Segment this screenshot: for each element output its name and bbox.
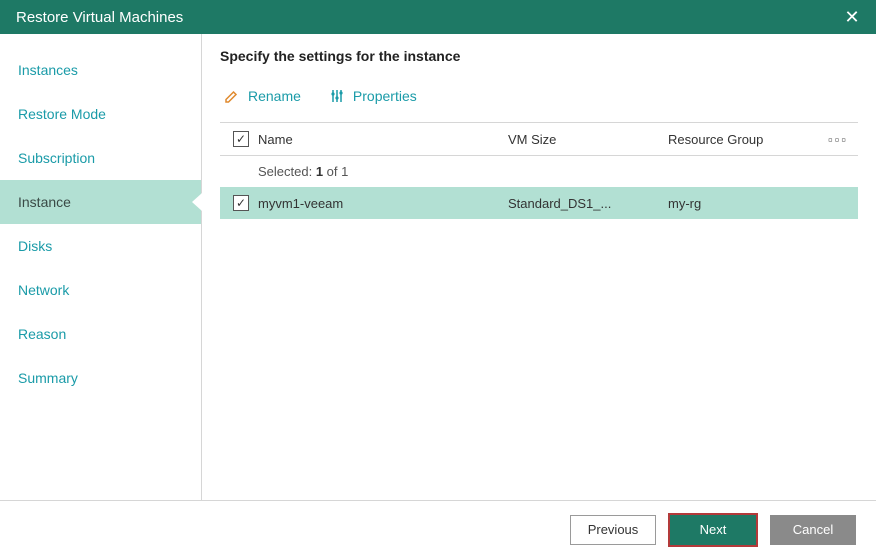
column-header-resource-group[interactable]: Resource Group	[668, 132, 818, 147]
sidebar-item-label: Reason	[18, 326, 66, 342]
selection-suffix: of 1	[323, 164, 348, 179]
selection-count: 1	[316, 164, 323, 179]
sidebar-item-instances[interactable]: Instances	[0, 48, 201, 92]
sidebar-item-label: Network	[18, 282, 69, 298]
column-header-vm-size[interactable]: VM Size	[508, 132, 668, 147]
sidebar-item-label: Instance	[18, 194, 71, 210]
main-panel: Specify the settings for the instance Re…	[202, 34, 876, 500]
cancel-button[interactable]: Cancel	[770, 515, 856, 545]
rename-label: Rename	[248, 88, 301, 104]
sidebar-item-label: Instances	[18, 62, 78, 78]
header-checkbox-cell: ✓	[224, 131, 258, 147]
column-picker-icon[interactable]: ▫▫▫	[818, 132, 854, 147]
sidebar-item-label: Disks	[18, 238, 52, 254]
pencil-icon	[224, 88, 240, 104]
row-checkbox[interactable]: ✓	[233, 195, 249, 211]
column-header-name[interactable]: Name	[258, 132, 508, 147]
sidebar-item-reason[interactable]: Reason	[0, 312, 201, 356]
table-header: ✓ Name VM Size Resource Group ▫▫▫	[220, 122, 858, 156]
table-row[interactable]: ✓ myvm1-veeam Standard_DS1_... my-rg	[220, 187, 858, 219]
sliders-icon	[329, 88, 345, 104]
footer: Previous Next Cancel	[0, 500, 876, 558]
window-title: Restore Virtual Machines	[16, 9, 183, 26]
properties-label: Properties	[353, 88, 417, 104]
close-icon[interactable]: ✕	[840, 7, 864, 28]
page-heading: Specify the settings for the instance	[220, 48, 858, 64]
wizard-sidebar: Instances Restore Mode Subscription Inst…	[0, 34, 202, 500]
sidebar-item-label: Summary	[18, 370, 78, 386]
titlebar: Restore Virtual Machines ✕	[0, 0, 876, 34]
cell-name: myvm1-veeam	[258, 196, 508, 211]
row-checkbox-cell: ✓	[224, 195, 258, 211]
next-button[interactable]: Next	[670, 515, 756, 545]
select-all-checkbox[interactable]: ✓	[233, 131, 249, 147]
sidebar-item-network[interactable]: Network	[0, 268, 201, 312]
selection-prefix: Selected:	[258, 164, 316, 179]
sidebar-item-label: Subscription	[18, 150, 95, 166]
sidebar-item-instance[interactable]: Instance	[0, 180, 201, 224]
toolbar: Rename Properties	[220, 88, 858, 104]
cell-vm-size: Standard_DS1_...	[508, 196, 668, 211]
sidebar-item-restore-mode[interactable]: Restore Mode	[0, 92, 201, 136]
previous-button[interactable]: Previous	[570, 515, 656, 545]
properties-button[interactable]: Properties	[329, 88, 417, 104]
selection-summary: Selected: 1 of 1	[220, 156, 858, 187]
rename-button[interactable]: Rename	[224, 88, 301, 104]
sidebar-item-disks[interactable]: Disks	[0, 224, 201, 268]
sidebar-item-subscription[interactable]: Subscription	[0, 136, 201, 180]
cell-resource-group: my-rg	[668, 196, 818, 211]
sidebar-item-label: Restore Mode	[18, 106, 106, 122]
sidebar-item-summary[interactable]: Summary	[0, 356, 201, 400]
